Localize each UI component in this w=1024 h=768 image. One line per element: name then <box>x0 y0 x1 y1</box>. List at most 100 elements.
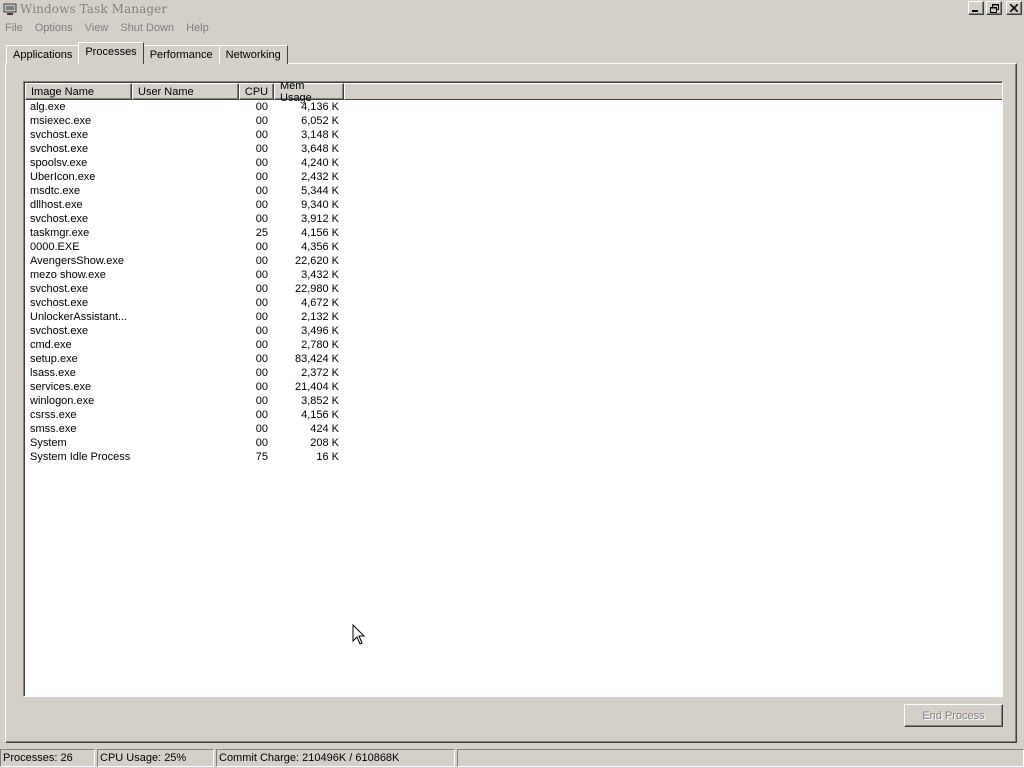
process-user-name <box>132 198 239 212</box>
process-image-name: svchost.exe <box>30 297 89 309</box>
process-mem-usage: 3,148 K <box>301 129 339 141</box>
process-image-name: svchost.exe <box>30 129 89 141</box>
process-user-name <box>132 450 239 464</box>
process-image-name: services.exe <box>30 381 92 393</box>
process-mem-usage: 2,780 K <box>301 339 339 351</box>
process-cpu: 00 <box>255 423 268 435</box>
process-cpu: 00 <box>255 283 268 295</box>
table-row[interactable]: dllhost.exe 00 9,340 K <box>25 198 1002 212</box>
table-row[interactable]: System 00 208 K <box>25 436 1002 450</box>
tab-performance[interactable]: Performance <box>142 45 220 64</box>
tab-processes[interactable]: Processes <box>78 42 144 64</box>
process-user-name <box>132 268 239 282</box>
table-row[interactable]: lsass.exe 00 2,372 K <box>25 366 1002 380</box>
process-user-name <box>132 310 239 324</box>
close-button[interactable] <box>1006 1 1022 15</box>
menu-shut-down[interactable]: Shut Down <box>120 22 174 34</box>
process-mem-usage: 4,672 K <box>301 297 339 309</box>
process-image-name: taskmgr.exe <box>30 227 90 239</box>
table-row[interactable]: cmd.exe 00 2,780 K <box>25 338 1002 352</box>
process-cpu: 00 <box>255 157 268 169</box>
table-row[interactable]: svchost.exe 00 3,148 K <box>25 128 1002 142</box>
title-bar[interactable]: Windows Task Manager <box>0 0 1024 18</box>
process-cpu: 00 <box>255 255 268 267</box>
table-row[interactable]: spoolsv.exe 00 4,240 K <box>25 156 1002 170</box>
process-user-name <box>132 282 239 296</box>
process-mem-usage: 208 K <box>310 437 339 449</box>
table-row[interactable]: msiexec.exe 00 6,052 K <box>25 114 1002 128</box>
process-mem-usage: 83,424 K <box>294 353 339 365</box>
process-image-name: svchost.exe <box>30 213 89 225</box>
table-row[interactable]: System Idle Process 75 16 K <box>25 450 1002 464</box>
process-mem-usage: 9,340 K <box>301 199 339 211</box>
table-row[interactable]: UnlockerAssistant... 00 2,132 K <box>25 310 1002 324</box>
process-cpu: 00 <box>255 339 268 351</box>
process-cpu: 00 <box>255 409 268 421</box>
process-cpu: 00 <box>255 353 268 365</box>
restore-button[interactable] <box>986 1 1002 15</box>
process-user-name <box>132 408 239 422</box>
process-mem-usage: 3,432 K <box>301 269 339 281</box>
process-mem-usage: 4,156 K <box>301 409 339 421</box>
end-process-button[interactable]: End Process <box>904 704 1003 727</box>
process-mem-usage: 4,356 K <box>301 241 339 253</box>
process-image-name: System Idle Process <box>30 451 131 463</box>
process-user-name <box>132 366 239 380</box>
process-mem-usage: 3,912 K <box>301 213 339 225</box>
restore-icon <box>989 3 999 13</box>
process-cpu: 00 <box>255 297 268 309</box>
process-image-name: smss.exe <box>30 423 77 435</box>
menu-options[interactable]: Options <box>35 22 73 34</box>
tab-applications[interactable]: Applications <box>6 45 80 64</box>
process-cpu: 75 <box>255 451 268 463</box>
table-row[interactable]: svchost.exe 00 4,672 K <box>25 296 1002 310</box>
table-row[interactable]: AvengersShow.exe 00 22,620 K <box>25 254 1002 268</box>
process-user-name <box>132 184 239 198</box>
process-user-name <box>132 324 239 338</box>
minimize-button[interactable] <box>968 1 984 15</box>
process-list[interactable]: Image Name User Name CPU Mem Usage alg.e… <box>23 81 1003 697</box>
process-mem-usage: 16 K <box>316 451 339 463</box>
process-user-name <box>132 142 239 156</box>
process-mem-usage: 4,156 K <box>301 227 339 239</box>
process-image-name: msdtc.exe <box>30 185 81 197</box>
list-header: Image Name User Name CPU Mem Usage <box>25 82 1002 104</box>
table-row[interactable]: UberIcon.exe 00 2,432 K <box>25 170 1002 184</box>
table-row[interactable]: setup.exe 00 83,424 K <box>25 352 1002 366</box>
column-header-cpu[interactable]: CPU <box>239 83 274 100</box>
table-row[interactable]: msdtc.exe 00 5,344 K <box>25 184 1002 198</box>
column-header-mem-usage[interactable]: Mem Usage <box>274 82 344 104</box>
table-row[interactable]: taskmgr.exe 25 4,156 K <box>25 226 1002 240</box>
menu-file[interactable]: File <box>5 22 23 34</box>
process-user-name <box>132 422 239 436</box>
table-row[interactable]: svchost.exe 00 22,980 K <box>25 282 1002 296</box>
status-commit-charge: Commit Charge: 210496K / 610868K <box>216 749 455 767</box>
process-user-name <box>132 338 239 352</box>
process-mem-usage: 424 K <box>310 423 339 435</box>
status-cpu-usage: CPU Usage: 25% <box>97 749 214 767</box>
table-row[interactable]: svchost.exe 00 3,648 K <box>25 142 1002 156</box>
column-header-user-name[interactable]: User Name <box>132 83 239 100</box>
table-row[interactable]: mezo show.exe 00 3,432 K <box>25 268 1002 282</box>
table-row[interactable]: 0000.EXE 00 4,356 K <box>25 240 1002 254</box>
column-header-image-name[interactable]: Image Name <box>25 83 132 100</box>
process-cpu: 00 <box>255 269 268 281</box>
process-image-name: spoolsv.exe <box>30 157 88 169</box>
table-row[interactable]: smss.exe 00 424 K <box>25 422 1002 436</box>
process-image-name: System <box>30 437 67 449</box>
table-row[interactable]: svchost.exe 00 3,912 K <box>25 212 1002 226</box>
process-cpu: 00 <box>255 213 268 225</box>
table-row[interactable]: winlogon.exe 00 3,852 K <box>25 394 1002 408</box>
table-row[interactable]: csrss.exe 00 4,156 K <box>25 408 1002 422</box>
process-image-name: cmd.exe <box>30 339 72 351</box>
menu-help[interactable]: Help <box>186 22 209 34</box>
process-mem-usage: 21,404 K <box>294 381 339 393</box>
tab-networking[interactable]: Networking <box>218 45 288 64</box>
table-row[interactable]: svchost.exe 00 3,496 K <box>25 324 1002 338</box>
process-mem-usage: 3,852 K <box>301 395 339 407</box>
process-user-name <box>132 100 239 114</box>
table-row[interactable]: alg.exe 00 4,136 K <box>25 100 1002 114</box>
process-mem-usage: 2,432 K <box>301 171 339 183</box>
table-row[interactable]: services.exe 00 21,404 K <box>25 380 1002 394</box>
menu-view[interactable]: View <box>85 22 109 34</box>
